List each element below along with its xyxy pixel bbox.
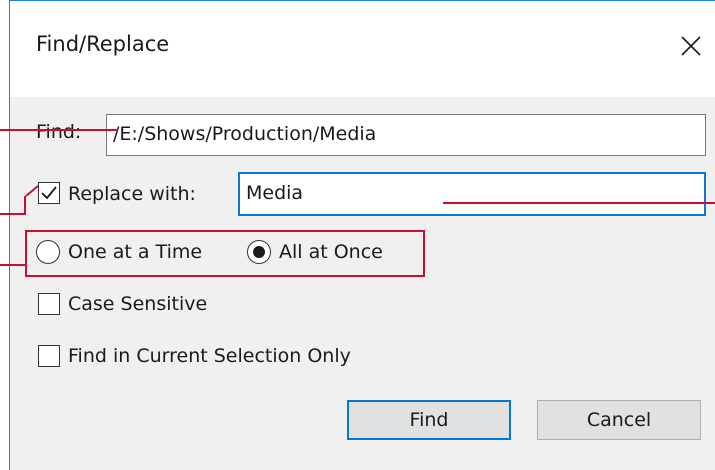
annotation-line-checkbox-h — [0, 213, 26, 215]
checkmark-icon — [41, 186, 57, 200]
title-bar: Find/Replace — [10, 1, 715, 97]
annotation-line-replace — [443, 202, 715, 204]
close-icon — [681, 36, 701, 56]
find-label: Find: — [36, 121, 82, 143]
find-button[interactable]: Find — [347, 400, 511, 440]
replace-with-label: Replace with: — [68, 183, 196, 205]
annotation-box-mode — [25, 230, 425, 277]
dialog-title: Find/Replace — [36, 32, 170, 56]
annotation-line-find — [0, 129, 118, 131]
replace-input[interactable]: Media — [238, 172, 706, 216]
current-selection-label: Find in Current Selection Only — [68, 345, 351, 367]
replace-with-checkbox[interactable] — [38, 182, 60, 204]
find-input[interactable]: /E:/Shows/Production/Media — [106, 114, 706, 156]
current-selection-checkbox[interactable] — [38, 345, 60, 367]
cancel-button[interactable]: Cancel — [537, 400, 701, 440]
case-sensitive-checkbox[interactable] — [38, 293, 60, 315]
annotation-line-checkbox-v — [24, 196, 26, 215]
close-button[interactable] — [674, 29, 708, 63]
annotation-line-radio — [0, 264, 25, 266]
case-sensitive-label: Case Sensitive — [68, 293, 208, 315]
